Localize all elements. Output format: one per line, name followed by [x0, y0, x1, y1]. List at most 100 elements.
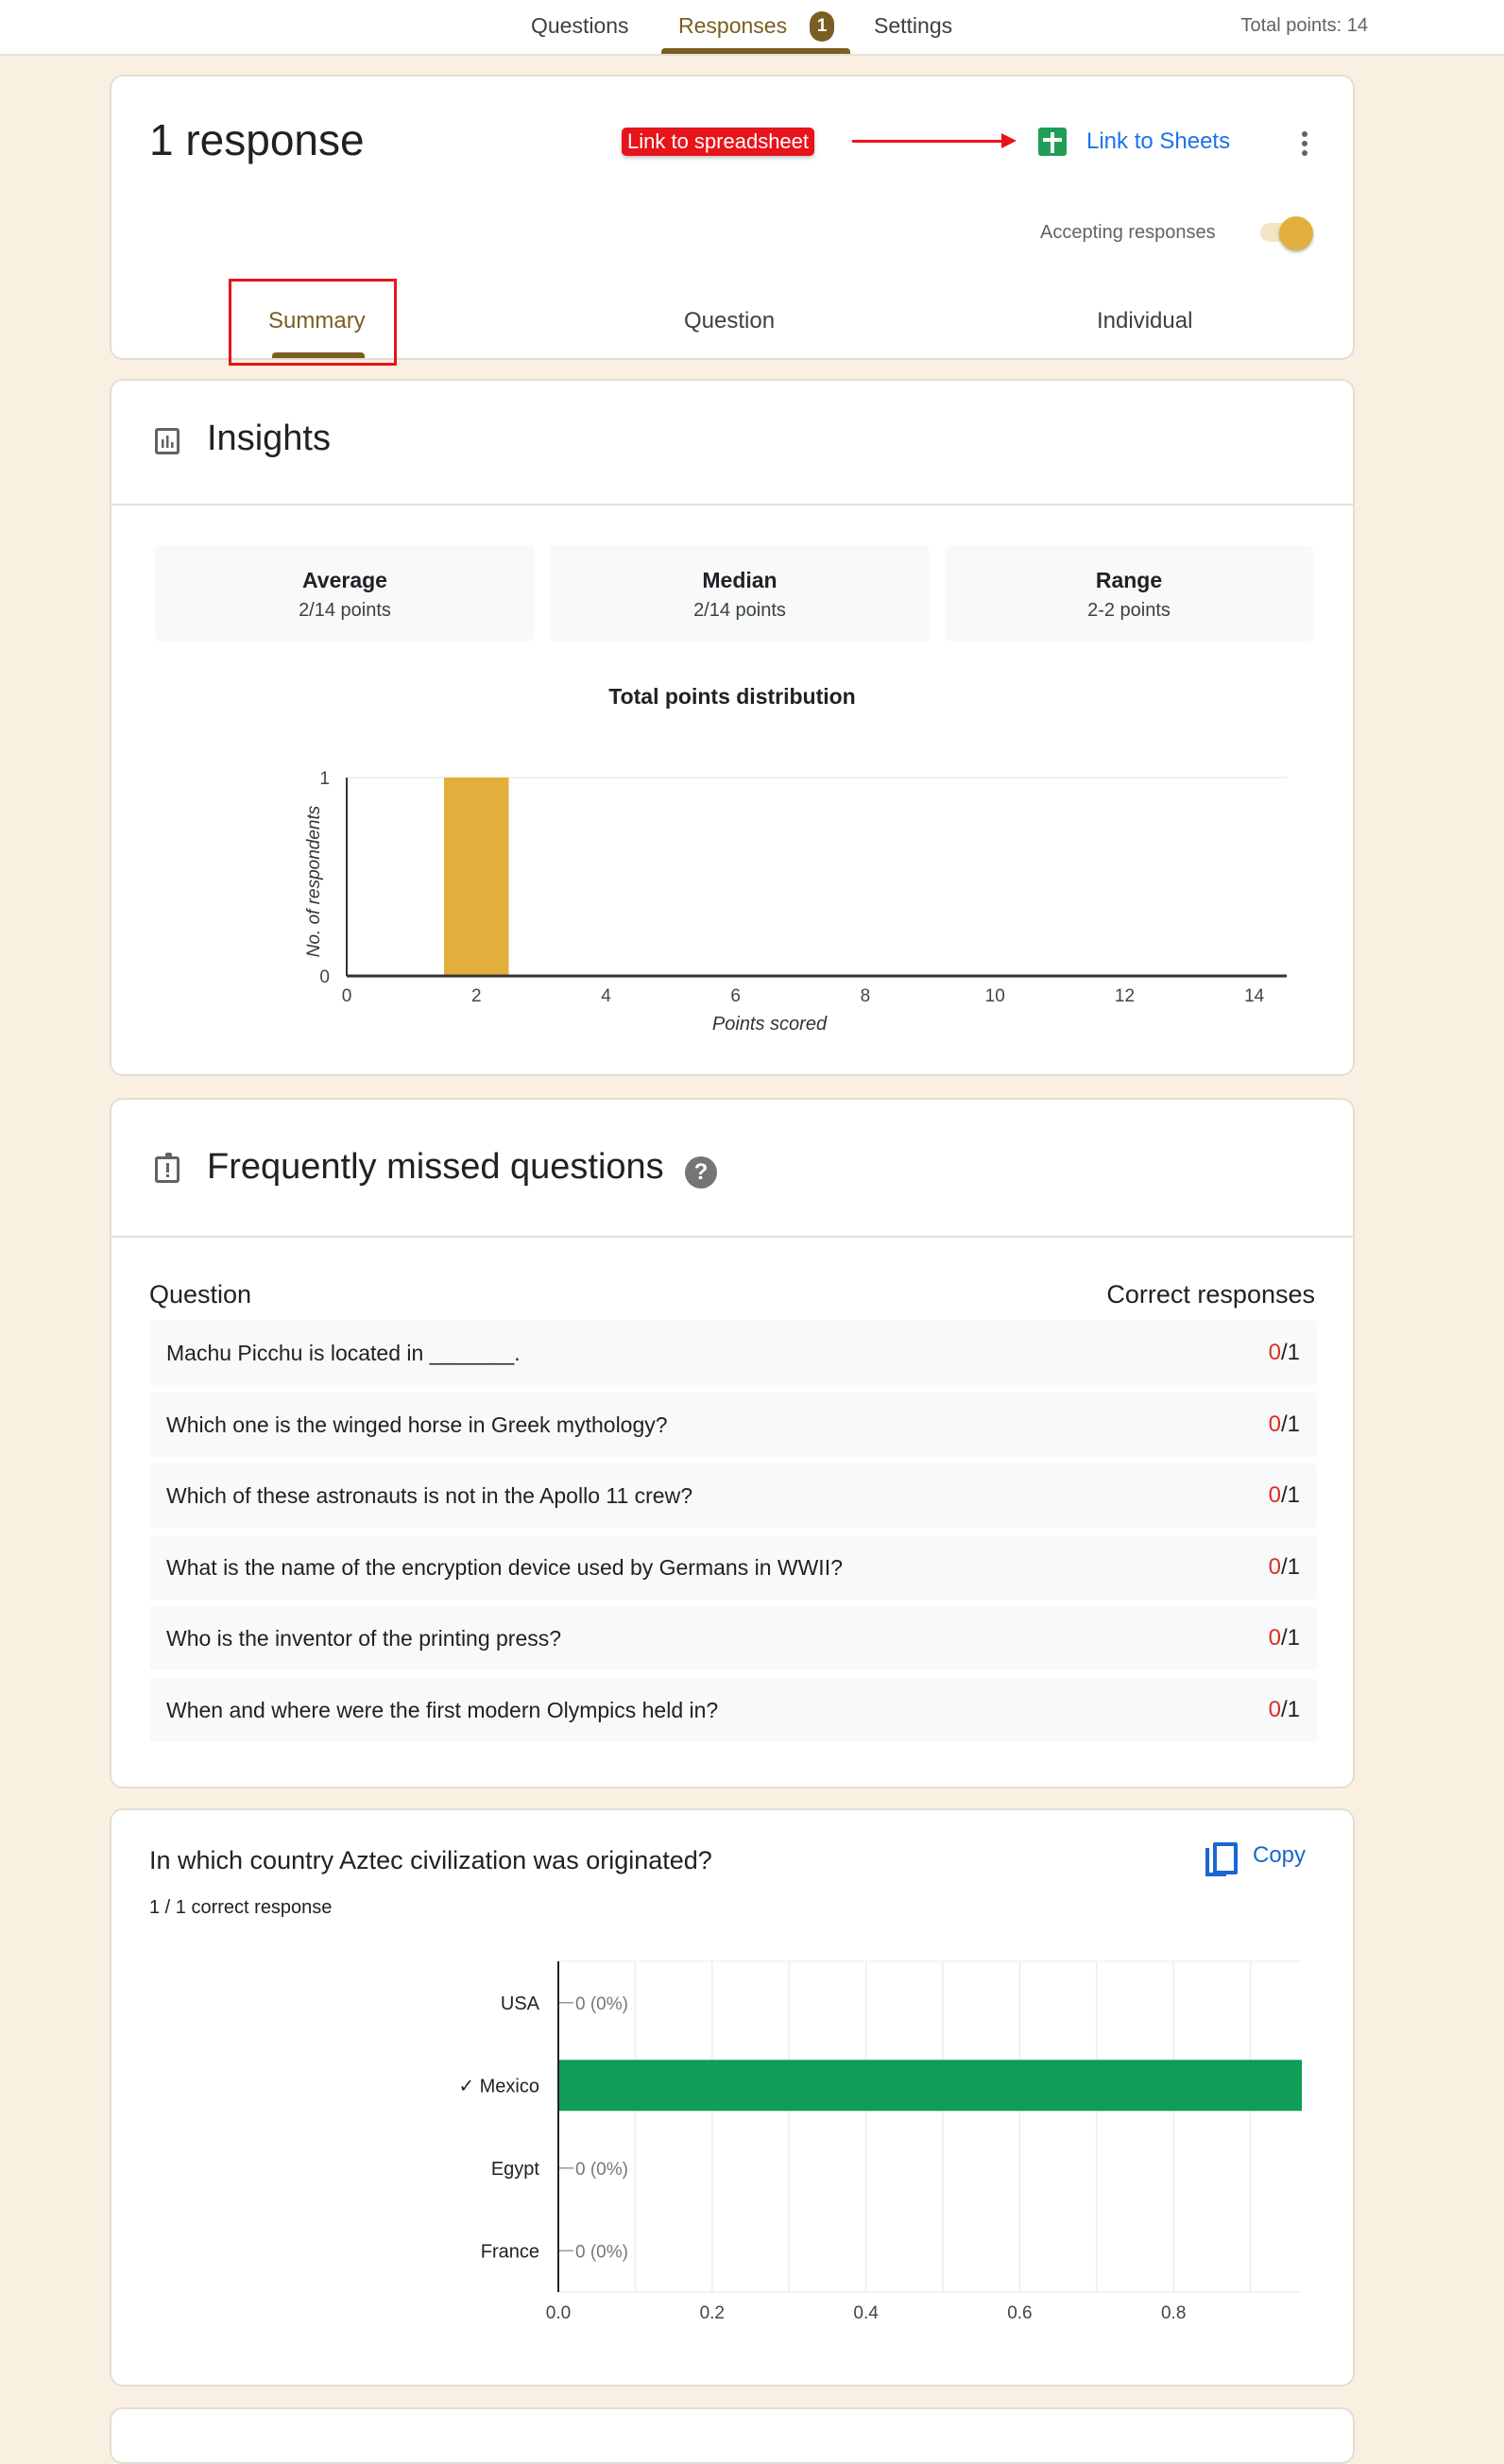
x-tick-label: 8	[861, 986, 871, 1006]
accepting-responses-label: Accepting responses	[1040, 222, 1216, 243]
subtab-summary[interactable]: Summary	[268, 308, 366, 334]
insights-divider	[111, 504, 1353, 505]
link-to-sheets-button[interactable]: Link to Sheets	[1086, 128, 1230, 155]
stat-average: Average 2/14 points	[155, 545, 535, 642]
question-title: In which country Aztec civilization was …	[149, 1846, 712, 1874]
missed-question-score: 0/1	[1269, 1535, 1300, 1600]
toggle-thumb	[1279, 216, 1313, 250]
total-count: /1	[1280, 1696, 1300, 1722]
correct-count: 0	[1268, 1340, 1281, 1365]
responses-count-badge: 1	[810, 11, 834, 42]
x-tick-label: 0.2	[700, 2303, 725, 2323]
x-tick-label: 0.6	[1007, 2303, 1032, 2323]
missed-question-score: 0/1	[1269, 1606, 1300, 1670]
points-chart-title: Total points distribution	[608, 684, 856, 709]
total-count: /1	[1280, 1625, 1300, 1651]
missed-question-text: What is the name of the encryption devic…	[166, 1554, 843, 1580]
missed-question-text: Who is the inventor of the printing pres…	[166, 1626, 562, 1651]
answer-value-label: 0 (0%)	[575, 1994, 628, 2014]
missed-question-text: When and where were the first modern Oly…	[166, 1697, 719, 1722]
subtab-active-indicator	[272, 352, 365, 358]
stat-range-value: 2-2 points	[1087, 600, 1171, 621]
more-options-icon[interactable]	[1300, 128, 1309, 159]
x-tick-label: 14	[1244, 986, 1265, 1006]
column-header-correct: Correct responses	[1106, 1280, 1315, 1309]
answer-value-label: 0 (0%)	[575, 2242, 628, 2262]
copy-label: Copy	[1253, 1842, 1307, 1868]
x-tick-label: 0.0	[546, 2303, 571, 2323]
y-tick-label: 1	[319, 769, 330, 789]
response-count-title: 1 response	[149, 115, 365, 164]
y-tick-label: 0	[319, 967, 330, 987]
stat-range-label: Range	[1095, 568, 1163, 592]
x-tick-label: 0.8	[1161, 2303, 1186, 2323]
missed-question-text: Machu Picchu is located in _______.	[166, 1341, 521, 1365]
total-points: Total points: 14	[1240, 15, 1368, 36]
annotation-link-to-spreadsheet: Link to spreadsheet	[622, 128, 815, 156]
answer-label: Egypt	[491, 2159, 540, 2180]
correct-count: 0	[1268, 1482, 1281, 1508]
x-tick-label: 12	[1115, 986, 1135, 1006]
total-count: /1	[1280, 1411, 1300, 1437]
answer-value-label: 0 (0%)	[575, 2160, 628, 2180]
subtab-question[interactable]: Question	[684, 308, 775, 334]
answer-bar	[558, 2060, 1302, 2112]
missed-question-row[interactable]: Which one is the winged horse in Greek m…	[149, 1392, 1317, 1457]
answer-label-correct: ✓ Mexico	[458, 2076, 539, 2096]
missed-divider	[111, 1236, 1353, 1238]
correct-response-count: 1 / 1 correct response	[149, 1897, 333, 1918]
tab-settings[interactable]: Settings	[874, 0, 952, 54]
question-summary-card: In which country Aztec civilization was …	[110, 1808, 1355, 2387]
tab-questions[interactable]: Questions	[531, 0, 629, 54]
missed-question-text: Which of these astronauts is not in the …	[166, 1483, 692, 1508]
x-axis-label: Points scored	[712, 1014, 828, 1035]
correct-count: 0	[1268, 1625, 1281, 1651]
insights-title: Insights	[207, 419, 331, 458]
stat-average-value: 2/14 points	[299, 600, 391, 621]
next-question-card	[110, 2407, 1355, 2464]
missed-question-row[interactable]: Which of these astronauts is not in the …	[149, 1463, 1317, 1528]
copy-icon	[1205, 1842, 1238, 1876]
clipboard-alert-icon	[155, 1153, 179, 1183]
copy-chart-button[interactable]: Copy	[1205, 1842, 1319, 1876]
missed-question-score: 0/1	[1269, 1393, 1300, 1457]
distribution-bar	[443, 778, 509, 976]
accepting-responses-toggle[interactable]	[1256, 213, 1315, 250]
missed-question-score: 0/1	[1269, 1463, 1300, 1528]
stat-median-label: Median	[702, 568, 778, 592]
total-count: /1	[1280, 1553, 1300, 1580]
top-nav-bar: Questions Responses 1 Settings Total poi…	[0, 0, 1504, 56]
x-tick-label: 0.4	[853, 2303, 879, 2323]
column-header-question: Question	[149, 1280, 252, 1309]
total-count: /1	[1280, 1482, 1300, 1508]
help-icon[interactable]: ?	[685, 1156, 717, 1189]
responses-header-card: 1 response Link to spreadsheet Link to S…	[110, 75, 1355, 366]
y-axis-label: No. of respondents	[304, 805, 324, 957]
annotation-arrow-right	[852, 133, 1017, 148]
answer-label: USA	[501, 1993, 540, 2014]
tab-responses[interactable]: Responses	[678, 0, 787, 54]
subtab-individual[interactable]: Individual	[1097, 308, 1192, 334]
missed-question-row[interactable]: What is the name of the encryption devic…	[149, 1534, 1317, 1600]
x-tick-label: 4	[601, 986, 611, 1006]
missed-question-text: Which one is the winged horse in Greek m…	[166, 1412, 668, 1437]
x-tick-label: 6	[730, 986, 741, 1006]
missed-question-score: 0/1	[1269, 1321, 1300, 1385]
correct-count: 0	[1268, 1696, 1281, 1722]
missed-question-score: 0/1	[1269, 1678, 1300, 1742]
correct-count: 0	[1268, 1553, 1281, 1580]
total-count: /1	[1280, 1340, 1300, 1365]
stat-range: Range 2-2 points	[945, 545, 1313, 642]
sheets-icon[interactable]	[1038, 128, 1067, 156]
stat-median-value: 2/14 points	[693, 600, 786, 621]
missed-questions-card: Frequently missed questions ? Question C…	[110, 1098, 1355, 1788]
missed-question-row[interactable]: Machu Picchu is located in _______. 0/1	[149, 1321, 1317, 1385]
x-tick-label: 2	[471, 986, 482, 1006]
answer-label: France	[481, 2241, 539, 2262]
bar-chart-icon	[155, 428, 179, 454]
missed-questions-title: Frequently missed questions	[207, 1147, 664, 1187]
points-distribution-chart: 010 2 4 6 8 10 12 14Points scoredNo. of respond…	[304, 769, 1287, 1035]
stat-median: Median 2/14 points	[550, 545, 930, 642]
missed-question-row[interactable]: Who is the inventor of the printing pres…	[149, 1606, 1317, 1670]
missed-question-row[interactable]: When and where were the first modern Oly…	[149, 1677, 1317, 1742]
